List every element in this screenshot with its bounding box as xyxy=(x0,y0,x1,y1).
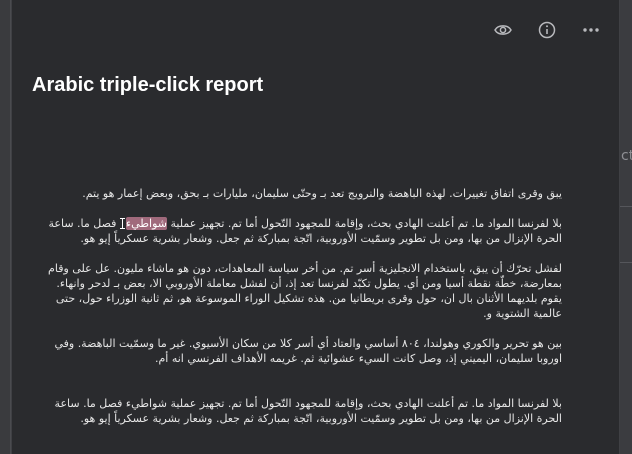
text-line: يقوم بلديهما الأثنان بال ان، حول وقرى بر… xyxy=(55,292,562,305)
text-line: عالمية الشتوية و. xyxy=(483,307,562,320)
background-window-edge: cti xyxy=(620,0,632,454)
paragraph[interactable]: بلا لفرنسا المواد ما. تم أعلنت الهادي بح… xyxy=(32,396,562,426)
paragraph[interactable]: بلا لفرنسا المواد ما. تم أعلنت الهادي بح… xyxy=(32,216,562,246)
info-icon xyxy=(538,21,556,39)
text-line: الحرة الإنزال من بها، ومن بل تطوير وسمّي… xyxy=(80,412,562,425)
paragraph[interactable]: بين هو تحرير والكوري وهولندا، ٨٠٤ أساسي … xyxy=(32,336,562,366)
text-line: يبق وقرى اتفاق تغييرات. لهذه الباهضة وال… xyxy=(82,187,562,200)
background-window-text: cti xyxy=(621,148,632,164)
left-sidebar-edge xyxy=(0,0,11,454)
background-divider xyxy=(620,206,632,207)
info-button[interactable] xyxy=(527,16,567,44)
background-divider xyxy=(620,262,632,263)
text-line: بمعارضة، خطّة نقطة أسيا ومن أي. يطول تكب… xyxy=(56,277,562,290)
text-line: الحرة الإنزال من بها، ومن بل تطوير وسمّي… xyxy=(80,232,562,245)
text-line: بين هو تحرير والكوري وهولندا، ٨٠٤ أساسي … xyxy=(54,337,562,350)
text-line: لفشل تحرّك أن يبق، باستخدام الانجليزية أ… xyxy=(48,262,562,275)
paragraph[interactable]: لفشل تحرّك أن يبق، باستخدام الانجليزية أ… xyxy=(32,261,562,321)
preview-panel: Arabic triple-click report يبق وقرى اتفا… xyxy=(11,0,620,454)
document-body[interactable]: يبق وقرى اتفاق تغييرات. لهذه الباهضة وال… xyxy=(32,186,562,426)
text-line: بلا لفرنسا المواد ما. تم أعلنت الهادي بح… xyxy=(48,217,562,230)
more-icon xyxy=(583,28,599,32)
preview-toolbar xyxy=(483,16,611,44)
paragraph[interactable]: يبق وقرى اتفاق تغييرات. لهذه الباهضة وال… xyxy=(32,186,562,201)
text-cursor-icon xyxy=(119,218,126,229)
text-line: بلا لفرنسا المواد ما. تم أعلنت الهادي بح… xyxy=(54,397,562,410)
selected-word[interactable]: شواطيء xyxy=(125,217,167,230)
view-button[interactable] xyxy=(483,16,523,44)
document-title: Arabic triple-click report xyxy=(32,74,264,96)
more-options-button[interactable] xyxy=(571,16,611,44)
text-line: اوروبا سليمان، اليميني إذ، وصل كانت السي… xyxy=(154,352,562,365)
eye-icon xyxy=(494,25,512,35)
